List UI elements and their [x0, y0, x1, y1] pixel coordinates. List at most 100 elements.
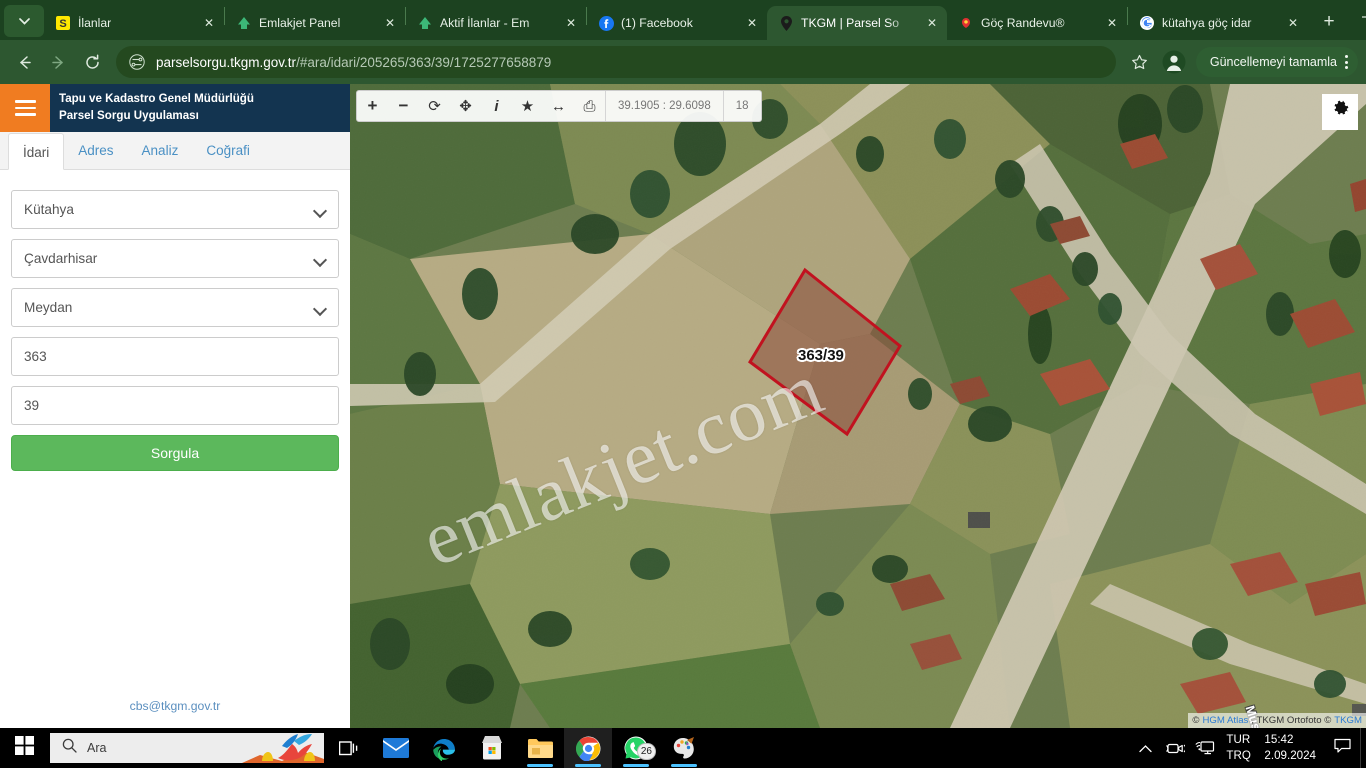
tab-title: (1) Facebook — [621, 16, 693, 30]
hamburger-icon[interactable] — [0, 84, 50, 132]
close-icon[interactable]: ✕ — [381, 14, 399, 32]
show-desktop-button[interactable] — [1360, 728, 1366, 768]
attribution-hgm-atlas-link[interactable]: HGM Atlas — [1202, 715, 1248, 726]
ada-value: 363 — [24, 349, 47, 364]
sorgula-button[interactable]: Sorgula — [11, 435, 339, 471]
map-settings-button[interactable] — [1322, 94, 1358, 130]
taskbar-app-file-explorer[interactable] — [516, 728, 564, 768]
tab-analiz[interactable]: Analiz — [128, 132, 193, 169]
mahalle-select[interactable]: Meydan — [11, 288, 339, 327]
gear-icon — [1331, 100, 1350, 124]
tab-title: TKGM | Parsel So — [801, 16, 899, 30]
tab-cografi[interactable]: Coğrafi — [192, 132, 264, 169]
ada-input[interactable]: 363 — [11, 337, 339, 376]
clock-and-language[interactable]: TUR 15:42 TRQ 2.09.2024 — [1220, 732, 1324, 765]
map-coordinates: 39.1905 : 29.6098 — [618, 100, 711, 112]
reload-button[interactable] — [76, 46, 108, 78]
tray-overflow-chevron-icon[interactable] — [1130, 728, 1160, 768]
browser-tab-emlakjet-panel[interactable]: Emlakjet Panel ✕ — [225, 6, 405, 40]
map-toolbar: + − ⟳ ✥ i ★ ↔ ⎙ 39.1905 : 29.6098 18 — [356, 90, 762, 122]
ilce-select[interactable]: Çavdarhisar — [11, 239, 339, 278]
query-sidebar: Tapu ve Kadastro Genel Müdürlüğü Parsel … — [0, 84, 350, 728]
print-icon[interactable]: ⎙ — [574, 91, 605, 121]
svg-text:S: S — [59, 18, 66, 30]
close-icon[interactable]: ✕ — [200, 14, 218, 32]
zoom-out-icon[interactable]: − — [388, 91, 419, 121]
profile-avatar[interactable] — [1158, 46, 1190, 78]
attribution-copyright: © — [1192, 715, 1200, 726]
favorite-star-icon[interactable]: ★ — [512, 91, 543, 121]
close-icon[interactable]: ✕ — [743, 14, 761, 32]
taskbar-app-paint[interactable] — [660, 728, 708, 768]
locate-icon[interactable]: ✥ — [450, 91, 481, 121]
search-icon — [62, 738, 77, 758]
parcel-query-form: Kütahya Çavdarhisar Meydan 363 39 Sorgul… — [0, 170, 350, 471]
close-icon[interactable]: ✕ — [923, 14, 941, 32]
info-icon[interactable]: i — [481, 91, 512, 121]
taskbar-app-microsoft-store[interactable] — [468, 728, 516, 768]
tab-search-button[interactable] — [4, 5, 44, 37]
close-icon[interactable]: ✕ — [1103, 14, 1121, 32]
zoom-in-icon[interactable]: + — [357, 91, 388, 121]
start-button[interactable] — [0, 728, 48, 768]
site-settings-icon[interactable] — [126, 51, 148, 73]
il-select[interactable]: Kütahya — [11, 190, 339, 229]
windows-taskbar: Ara 26 TUR 15:42 TRQ 2.09.2024 — [0, 728, 1366, 768]
web-page: Tapu ve Kadastro Genel Müdürlüğü Parsel … — [0, 84, 1366, 728]
attribution-middle-text: , TKGM Ortofoto © — [1251, 715, 1332, 726]
browser-tab-kutahya-goc-idaresi[interactable]: kütahya göç idar ✕ — [1128, 6, 1308, 40]
taskbar-app-edge[interactable] — [420, 728, 468, 768]
tab-title: Aktif İlanlar - Em — [440, 16, 530, 30]
tray-network-icon[interactable] — [1190, 728, 1220, 768]
forward-button[interactable] — [42, 46, 74, 78]
browser-tab-goc-randevu[interactable]: Göç Randevu® ✕ — [947, 6, 1127, 40]
back-button[interactable] — [8, 46, 40, 78]
emlakjet-icon — [417, 15, 433, 31]
ilce-value: Çavdarhisar — [24, 251, 98, 266]
update-browser-button[interactable]: Güncellemeyi tamamla — [1195, 47, 1358, 77]
tab-adres[interactable]: Adres — [64, 132, 127, 169]
clock-time: 15:42 — [1264, 732, 1294, 746]
browser-tab-facebook[interactable]: (1) Facebook ✕ — [587, 6, 767, 40]
close-icon[interactable]: ✕ — [562, 14, 580, 32]
window-minimize-button[interactable] — [1344, 0, 1366, 33]
contact-email-link[interactable]: cbs@tkgm.gov.tr — [130, 699, 221, 713]
tab-idari[interactable]: İdari — [8, 133, 65, 170]
notification-center-button[interactable] — [1324, 728, 1360, 768]
taskbar-app-whatsapp[interactable]: 26 — [612, 728, 660, 768]
map-pin-icon — [778, 15, 794, 31]
sahibinden-s-icon: S — [55, 15, 71, 31]
tray-camera-icon[interactable] — [1160, 728, 1190, 768]
map-zoom-level: 18 — [735, 100, 749, 112]
browser-tab-aktif-ilanlar[interactable]: Aktif İlanlar - Em ✕ — [406, 6, 586, 40]
refresh-icon[interactable]: ⟳ — [419, 91, 450, 121]
close-icon[interactable]: ✕ — [1284, 14, 1302, 32]
taskbar-search-input[interactable]: Ara — [50, 733, 324, 763]
map-viewport[interactable]: emlakjet.com Mustafa Ertaş Cadde Ilıkaks… — [350, 84, 1366, 728]
query-tabs: İdari Adres Analiz Coğrafi — [0, 132, 350, 170]
url-text: parselsorgu.tkgm.gov.tr/#ara/idari/20526… — [156, 55, 551, 70]
task-view-button[interactable] — [324, 728, 372, 768]
url-host: parselsorgu.tkgm.gov.tr — [156, 54, 297, 70]
sidebar-footer: cbs@tkgm.gov.tr — [0, 684, 350, 728]
chrome-menu-icon[interactable] — [1345, 55, 1348, 69]
new-tab-button[interactable]: + — [1314, 7, 1344, 37]
measure-icon[interactable]: ↔ — [543, 91, 574, 121]
keyboard-language-top: TUR — [1226, 732, 1251, 746]
update-button-label: Güncellemeyi tamamla — [1209, 55, 1337, 69]
taskbar-app-google-chrome[interactable] — [564, 728, 612, 768]
app-header: Tapu ve Kadastro Genel Müdürlüğü Parsel … — [0, 84, 350, 132]
app-title-block: Tapu ve Kadastro Genel Müdürlüğü Parsel … — [50, 84, 350, 132]
taskbar-app-mail[interactable] — [372, 728, 420, 768]
tab-title: Emlakjet Panel — [259, 16, 341, 30]
address-bar[interactable]: parselsorgu.tkgm.gov.tr/#ara/idari/20526… — [116, 46, 1116, 78]
browser-tab-ilanlar[interactable]: S İlanlar ✕ — [44, 6, 224, 40]
browser-window: S İlanlar ✕ Emlakjet Panel ✕ Aktif İlanl… — [0, 0, 1366, 728]
tab-title: İlanlar — [78, 16, 112, 30]
browser-tab-tkgm-parsel-sorgu[interactable]: TKGM | Parsel So ✕ — [767, 6, 947, 40]
toolbar-right-actions: Güncellemeyi tamamla — [1124, 46, 1358, 78]
bookmark-star-icon[interactable] — [1124, 46, 1156, 78]
map-attribution: © HGM Atlas , TKGM Ortofoto © TKGM — [1188, 713, 1366, 728]
attribution-tkgm-link[interactable]: TKGM — [1334, 715, 1362, 726]
parsel-input[interactable]: 39 — [11, 386, 339, 425]
